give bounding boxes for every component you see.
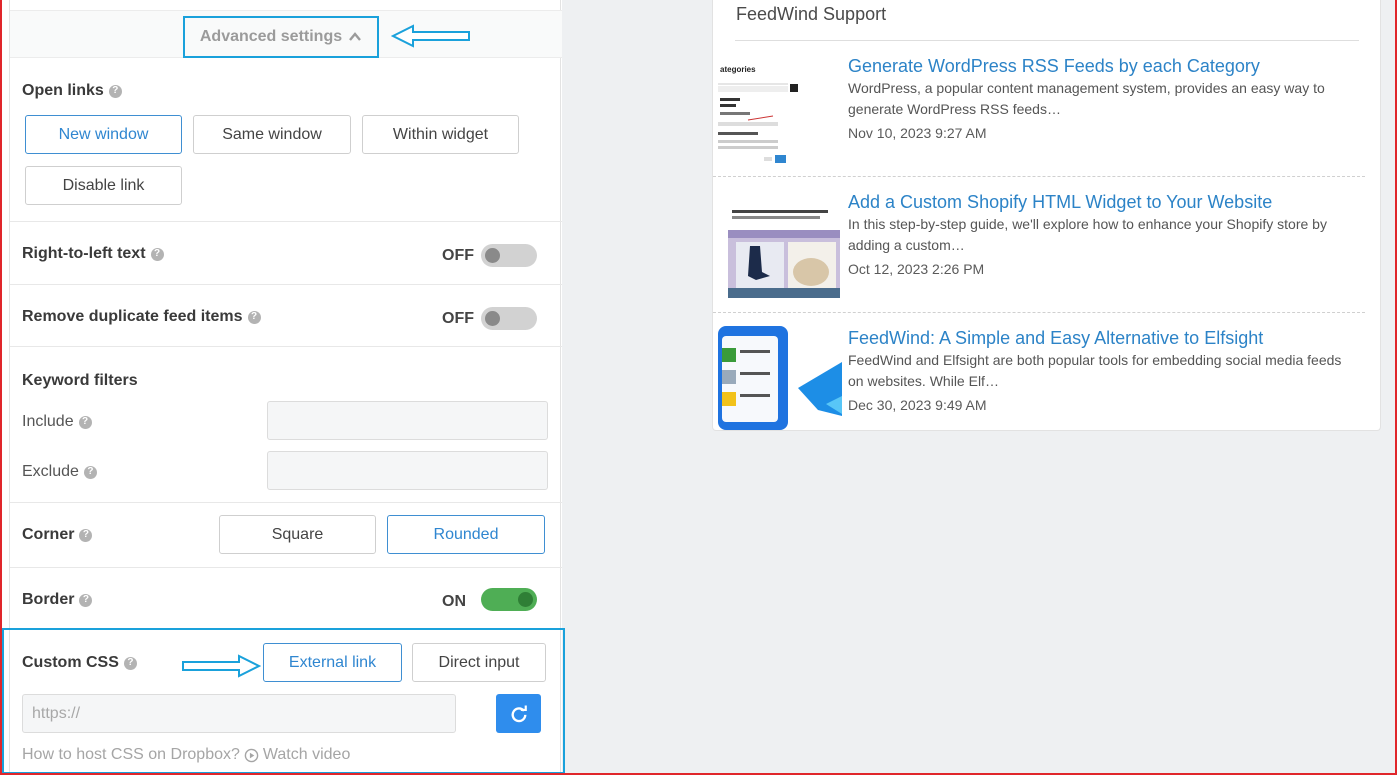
border-state-text: ON [442,593,466,610]
item-thumbnail[interactable] [718,194,842,298]
item-thumbnail[interactable]: ategories [718,60,842,166]
help-icon[interactable]: ? [123,656,137,670]
keyword-filters-label: Keyword filters [22,372,138,389]
dedupe-label: Remove duplicate feed items ? [22,308,261,326]
item-thumbnail[interactable] [718,326,842,430]
dropbox-help-link[interactable]: How to host CSS on Dropbox? [22,746,240,764]
item-title-link[interactable]: Generate WordPress RSS Feeds by each Cat… [848,56,1260,77]
help-icon[interactable]: ? [79,593,93,607]
advanced-settings-toggle[interactable]: Advanced settings [183,16,379,58]
widget-title: FeedWind Support [736,4,887,24]
item-description: In this step-by-step guide, we'll explor… [848,216,1327,253]
refresh-icon [511,704,527,722]
item-title-link[interactable]: FeedWind: A Simple and Easy Alternative … [848,328,1263,349]
item-title-link[interactable]: Add a Custom Shopify HTML Widget to Your… [848,192,1272,213]
border-toggle[interactable] [481,588,537,611]
open-links-section: Open links ? New window Same window With… [10,58,562,222]
corner-square-button[interactable]: Square [219,515,376,554]
toggle-knob [518,592,533,607]
advanced-settings-label: Advanced settings [199,28,343,45]
item-separator [713,176,1365,177]
rtl-section: Right-to-left text ? OFF [10,222,562,285]
play-circle-icon [244,748,259,762]
toggle-knob [485,311,500,326]
custom-css-external-link-button[interactable]: External link [263,643,402,682]
rtl-state-text: OFF [442,247,474,264]
item-date: Oct 12, 2023 2:26 PM [848,261,985,277]
help-icon[interactable]: ? [78,415,92,429]
settings-panel: Advanced settings Open links ? New windo… [9,0,562,775]
help-icon[interactable]: ? [247,310,261,324]
feed-widget: FeedWind Support ategories Generate Word… [712,0,1381,431]
custom-css-direct-input-button[interactable]: Direct input [412,643,546,682]
css-help-text: How to host CSS on Dropbox? Watch video [22,746,350,764]
item-description: WordPress, a popular content management … [848,80,1325,117]
help-icon[interactable]: ? [108,84,122,98]
open-links-new-window-button[interactable]: New window [25,115,182,154]
help-icon[interactable]: ? [150,247,164,261]
rtl-toggle[interactable] [481,244,537,267]
toggle-knob [485,248,500,263]
corner-section: Corner ? Square Rounded [10,503,562,568]
exclude-label: Exclude ? [22,463,97,481]
keyword-filters-section: Keyword filters Include ? Exclude ? [10,347,562,503]
open-links-disable-link-button[interactable]: Disable link [25,166,182,205]
css-url-input[interactable]: https:// [22,694,456,733]
item-date: Dec 30, 2023 9:49 AM [848,397,987,413]
open-links-label: Open links ? [22,82,122,100]
border-section: Border ? ON [10,568,562,630]
open-links-same-window-button[interactable]: Same window [193,115,351,154]
dedupe-toggle[interactable] [481,307,537,330]
include-input[interactable] [267,401,548,440]
thumbnail-caption: ategories [720,65,756,74]
annotation-arrow-right-icon [182,654,261,678]
refresh-button[interactable] [496,694,541,733]
exclude-input[interactable] [267,451,548,490]
title-divider [735,40,1359,41]
open-links-within-widget-button[interactable]: Within widget [362,115,519,154]
annotation-arrow-left-icon [391,24,470,48]
watch-video-link[interactable]: Watch video [263,746,350,764]
corner-rounded-button[interactable]: Rounded [387,515,545,554]
corner-label: Corner ? [22,526,93,544]
item-description: FeedWind and Elfsight are both popular t… [848,352,1342,389]
rtl-label: Right-to-left text ? [22,245,164,263]
include-label: Include ? [22,413,92,431]
custom-css-label: Custom CSS ? [22,654,137,672]
help-icon[interactable]: ? [83,465,97,479]
advanced-settings-header: Advanced settings [10,10,562,58]
border-label: Border ? [22,591,93,609]
chevron-up-icon [349,32,362,41]
help-icon[interactable]: ? [79,528,93,542]
item-date: Nov 10, 2023 9:27 AM [848,125,987,141]
item-separator [713,312,1365,313]
dedupe-state-text: OFF [442,310,474,327]
dedupe-section: Remove duplicate feed items ? OFF [10,285,562,347]
